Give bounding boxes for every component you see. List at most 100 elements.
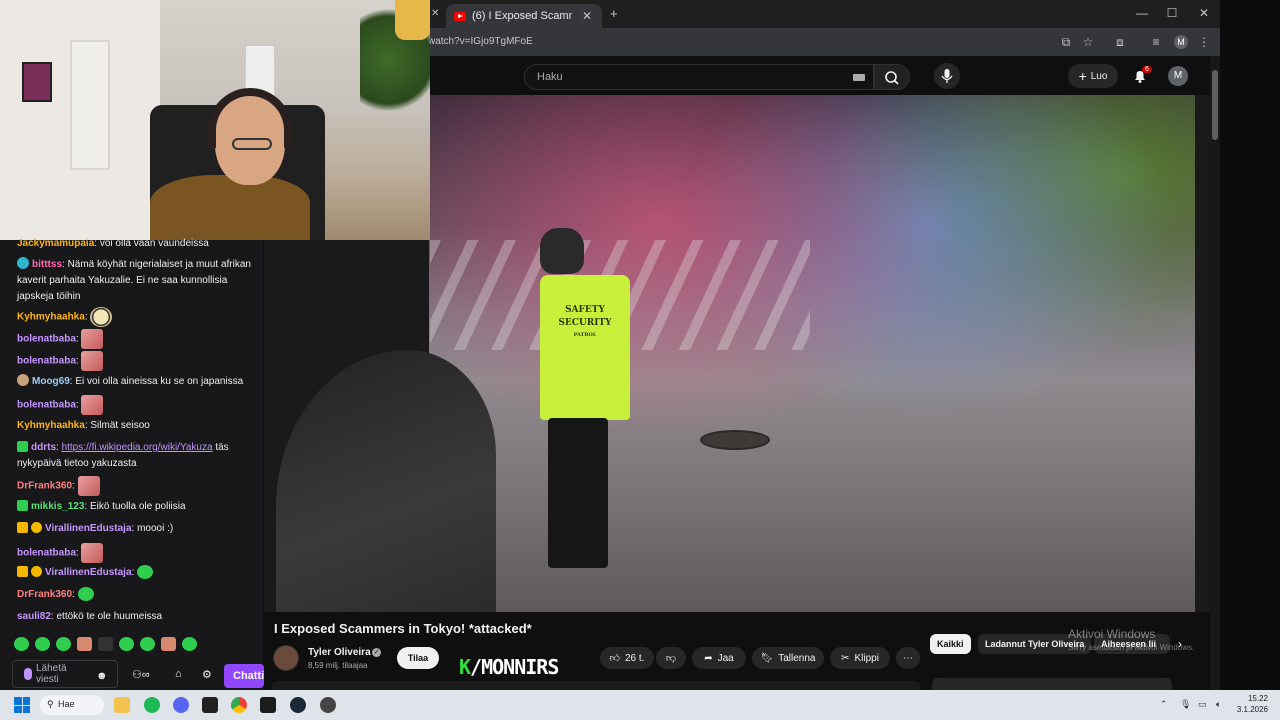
number-badge-icon xyxy=(31,522,42,533)
tray-network-icon[interactable]: ▭ xyxy=(1198,699,1207,710)
prev-tab-close-icon[interactable]: ✕ xyxy=(431,8,439,19)
create-button[interactable]: + Luo xyxy=(1068,64,1118,88)
chip-all[interactable]: Kaikki xyxy=(930,634,971,654)
chat-username[interactable]: Kyhmyhaahka xyxy=(17,420,85,431)
chat-text: Silmät seisoo xyxy=(90,420,150,431)
emote-green-icon[interactable] xyxy=(182,637,197,651)
maximize-icon[interactable]: ☐ xyxy=(1158,6,1186,20)
emote-green-icon[interactable] xyxy=(56,637,71,651)
chat-message: bolenatbaba: xyxy=(17,351,257,371)
minimize-icon[interactable]: — xyxy=(1128,6,1156,20)
tray-overflow-icon[interactable]: ⌃ xyxy=(1160,699,1168,710)
chat-username[interactable]: Jackymamupaia xyxy=(17,238,94,249)
user-badge-icon xyxy=(17,257,29,269)
channel-name[interactable]: Tyler Oliveira xyxy=(308,647,371,658)
clip-button[interactable]: ✂ Klippi xyxy=(830,647,890,669)
chat-message: VirallinenEdustaja: xyxy=(17,565,257,581)
clip-label: Klippi xyxy=(854,652,879,664)
scrollbar-thumb[interactable] xyxy=(1212,70,1218,140)
chat-username[interactable]: bolenatbaba xyxy=(17,356,76,367)
browser-menu-icon[interactable]: ⋮ xyxy=(1196,34,1212,50)
emote-face-icon[interactable] xyxy=(161,637,176,651)
emote-green-icon[interactable] xyxy=(119,637,134,651)
emote-green-icon[interactable] xyxy=(35,637,50,651)
chat-username[interactable]: DrFrank360 xyxy=(17,481,72,492)
webcam-door xyxy=(70,40,110,170)
chat-username[interactable]: VirallinenEdustaja xyxy=(45,523,132,534)
chat-mic-icon[interactable] xyxy=(24,668,32,680)
emoji-picker-icon[interactable]: ☻ xyxy=(96,670,108,682)
chat-link[interactable]: https://fi.wikipedia.org/wiki/Yakuza xyxy=(62,442,213,453)
tray-volume-icon[interactable]: 🔈︎ xyxy=(1216,699,1221,710)
windows-start-icon[interactable] xyxy=(14,697,30,713)
emote-green-icon[interactable] xyxy=(14,637,29,651)
green-blob-emote-icon xyxy=(137,565,154,580)
chat-username[interactable]: DrFrank360 xyxy=(17,589,72,600)
vest-text-security: SECURITY xyxy=(558,318,612,328)
steam-icon[interactable] xyxy=(290,697,306,713)
voice-search-button[interactable] xyxy=(934,63,960,89)
account-avatar[interactable]: M xyxy=(1168,66,1188,86)
obs-icon[interactable] xyxy=(320,697,336,713)
subscribe-button[interactable]: Tilaa xyxy=(397,647,439,669)
taskbar-clock[interactable]: 15.22 3.1.2026 xyxy=(1236,693,1268,715)
chat-message: Kyhmyhaahka: Silmät seisoo xyxy=(17,420,150,431)
like-button[interactable]: 👍︎ 26 t. xyxy=(600,647,654,669)
search-button[interactable] xyxy=(874,64,910,90)
new-tab-icon[interactable]: + xyxy=(610,6,618,21)
description-box[interactable] xyxy=(272,681,920,690)
extensions-icon[interactable]: ⧈ xyxy=(1112,34,1128,50)
chat-username[interactable]: mikkis_123 xyxy=(31,501,84,512)
search-input[interactable]: Haku xyxy=(524,64,874,90)
windows-activation-subtitle: Siirry asetuksiin ja aktivoi Windows. xyxy=(1068,643,1195,652)
chat-send-button[interactable]: Chatti xyxy=(224,664,264,688)
page-scrollbar[interactable] xyxy=(1210,56,1220,690)
guard-legs xyxy=(548,418,608,568)
channel-points-icon[interactable]: ⚇∞ xyxy=(132,668,150,681)
notion-icon[interactable] xyxy=(260,697,276,713)
chat-username[interactable]: bolenatbaba xyxy=(17,334,76,345)
profile-avatar-icon[interactable]: M xyxy=(1174,35,1188,49)
install-app-icon[interactable]: ⧉ xyxy=(1058,34,1074,50)
youtube-header: Haku + Luo 6 M xyxy=(428,58,1210,94)
chat-username[interactable]: bolenatbaba xyxy=(17,400,76,411)
chat-username[interactable]: ddrts xyxy=(31,442,56,453)
file-explorer-icon[interactable] xyxy=(114,697,130,713)
keyboard-icon[interactable] xyxy=(853,74,865,81)
chat-username[interactable]: sauli82 xyxy=(17,611,51,622)
chat-settings-gear-icon[interactable]: ⚙ xyxy=(202,668,212,681)
chat-username[interactable]: Kyhmyhaahka xyxy=(17,312,85,323)
url-text[interactable]: watch?v=IGjo9TgMFoE xyxy=(428,36,533,47)
emote-dark-icon[interactable] xyxy=(98,637,113,651)
chat-username[interactable]: Moog69 xyxy=(32,376,70,387)
emote-green-icon[interactable] xyxy=(140,637,155,651)
related-video-thumbnail[interactable] xyxy=(932,678,1172,690)
save-button[interactable]: 🔖︎ Tallenna xyxy=(752,647,824,669)
youtube-favicon-icon xyxy=(454,11,466,21)
dislike-button[interactable]: 👎︎ xyxy=(656,647,686,669)
bookmark-star-icon[interactable]: ☆ xyxy=(1080,34,1096,50)
thumbs-up-icon: 👍︎ xyxy=(609,653,620,664)
media-control-icon[interactable]: ≡ xyxy=(1148,34,1164,50)
spotify-icon[interactable] xyxy=(144,697,160,713)
discord-icon[interactable] xyxy=(173,697,189,713)
chat-username[interactable]: VirallinenEdustaja xyxy=(45,567,132,578)
chat-message: bolenatbaba: xyxy=(17,329,257,349)
green-badge-icon xyxy=(17,500,28,511)
tab-youtube-video[interactable]: (6) I Exposed Scammers in Tokyo ✕ xyxy=(446,4,602,28)
tray-mic-icon[interactable]: 🎙︎ xyxy=(1180,699,1191,710)
channel-avatar[interactable] xyxy=(273,645,299,671)
more-dots-icon: ⋯ xyxy=(903,652,913,664)
chat-username[interactable]: bolenatbaba xyxy=(17,548,76,559)
chrome-icon[interactable] xyxy=(231,697,247,713)
x-app-icon[interactable] xyxy=(202,697,218,713)
share-button[interactable]: ➦ Jaa xyxy=(692,647,746,669)
chat-text: Ei voi olla aineissa ku se on japanissa xyxy=(75,376,244,387)
emote-face-icon[interactable] xyxy=(77,637,92,651)
thumbs-down-icon: 👎︎ xyxy=(665,653,677,664)
chat-username[interactable]: bitttss xyxy=(32,259,62,270)
tab-close-icon[interactable]: ✕ xyxy=(582,9,592,23)
more-actions-button[interactable]: ⋯ xyxy=(896,647,920,669)
store-icon[interactable]: ⌂ xyxy=(175,668,182,680)
window-close-icon[interactable]: ✕ xyxy=(1190,6,1218,20)
